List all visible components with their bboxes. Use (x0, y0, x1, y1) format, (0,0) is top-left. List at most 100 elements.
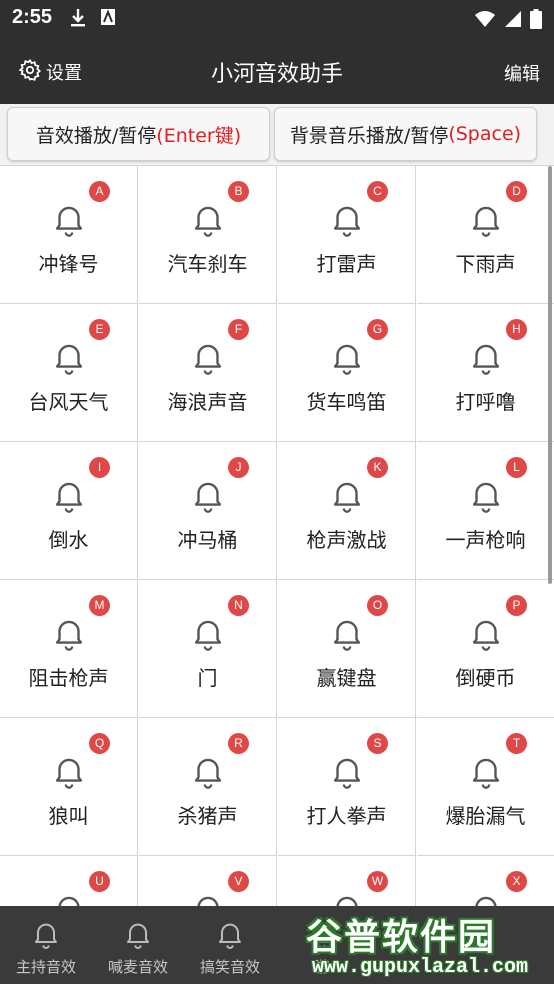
bell-icon (189, 338, 227, 380)
sound-label: 打呼噜 (455, 390, 516, 414)
shortcut-badge: H (506, 319, 527, 340)
bell-icon (50, 338, 88, 380)
bell-icon (189, 200, 227, 242)
bell-icon (467, 476, 505, 518)
nav-tab[interactable]: 喊麦音效 (92, 906, 184, 984)
sound-tile[interactable]: S 打人拳声 (278, 718, 416, 856)
bell-icon (467, 614, 505, 656)
sound-label: 阻击枪声 (28, 666, 109, 690)
sound-tile[interactable]: G 货车鸣笛 (278, 304, 416, 442)
nav-tab-label: 主持音效 (15, 958, 76, 976)
sound-tile[interactable]: D 下雨声 (417, 166, 554, 304)
nav-tab-label: 游 (314, 958, 330, 976)
sound-label: 赢键盘 (316, 666, 377, 690)
shortcut-badge: S (367, 733, 388, 754)
bell-icon (467, 338, 505, 380)
shortcut-badge: K (367, 457, 388, 478)
music-play-pause-button[interactable]: 背景音乐播放/暂停 (Space) (274, 107, 537, 161)
bottom-nav: 主持音效 喊麦音效 搞笑音效 游 (0, 906, 554, 984)
bell-icon (50, 890, 88, 906)
sound-tile[interactable]: E 台风天气 (0, 304, 138, 442)
shortcut-badge: Q (89, 733, 110, 754)
sound-play-pause-button[interactable]: 音效播放/暂停 (Enter键) (7, 107, 270, 161)
sound-tile[interactable]: N门 (139, 580, 277, 718)
shortcut-badge: F (228, 319, 249, 340)
bell-icon (189, 752, 227, 794)
bell-icon (328, 752, 366, 794)
shortcut-badge: T (506, 733, 527, 754)
sound-tile[interactable]: T 爆胎漏气 (417, 718, 554, 856)
sound-tile[interactable]: A 冲锋号 (0, 166, 138, 304)
battery-icon (530, 9, 542, 33)
sound-label: 台风天气 (28, 390, 109, 414)
shortcut-badge: U (89, 871, 110, 892)
nav-tab-label: 喊麦音效 (107, 958, 168, 976)
bell-icon (50, 476, 88, 518)
sound-label: 门 (197, 666, 218, 690)
edit-button[interactable]: 编辑 (504, 60, 540, 86)
sound-label: 爆胎漏气 (445, 804, 526, 828)
sound-label: 打雷声 (316, 252, 377, 276)
grid-scrollbar[interactable] (548, 166, 552, 584)
status-time: 2:55 (12, 6, 53, 28)
sound-label: 冲锋号 (38, 252, 99, 276)
sound-tile[interactable]: H 打呼噜 (417, 304, 554, 442)
music-shortcut-key: (Space) (448, 123, 522, 145)
shortcut-badge: N (228, 595, 249, 616)
sound-shortcut-key: (Enter键) (156, 124, 242, 147)
status-system-icons (474, 9, 542, 33)
sound-tile[interactable]: B 汽车刹车 (139, 166, 277, 304)
bell-icon (467, 890, 505, 906)
shortcut-badge: G (367, 319, 388, 340)
bell-icon (122, 918, 154, 954)
sound-tile[interactable]: R 杀猪声 (139, 718, 277, 856)
shortcut-badge: X (506, 871, 527, 892)
sound-tile[interactable]: K 枪声激战 (278, 442, 416, 580)
shortcut-badge: D (506, 181, 527, 202)
bell-icon (467, 752, 505, 794)
nav-tab[interactable]: 搞笑音效 (184, 906, 276, 984)
bell-icon (328, 200, 366, 242)
sound-tile[interactable]: P 倒硬币 (417, 580, 554, 718)
nav-tab[interactable]: 游 (276, 906, 368, 984)
app-title: 小河音效助手 (210, 62, 343, 87)
shortcut-badge: A (89, 181, 110, 202)
shortcut-badge: C (367, 181, 388, 202)
sound-tile[interactable]: W (278, 856, 416, 906)
bell-icon (50, 200, 88, 242)
nav-tab-label: 搞笑音效 (199, 958, 260, 976)
sound-tile[interactable]: J 冲马桶 (139, 442, 277, 580)
sound-tile[interactable]: Q 狼叫 (0, 718, 138, 856)
control-bar: 音效播放/暂停 (Enter键) 背景音乐播放/暂停 (Space) (0, 104, 554, 166)
sound-tile[interactable]: C 打雷声 (278, 166, 416, 304)
bell-icon (328, 890, 366, 906)
sound-tile[interactable]: X (417, 856, 554, 906)
bell-icon (306, 918, 338, 954)
status-bar: 2:55 (0, 0, 554, 38)
nav-tab[interactable]: 主持音效 (0, 906, 92, 984)
shortcut-badge: E (89, 319, 110, 340)
sound-label: 倒硬币 (455, 666, 516, 690)
sound-label: 狼叫 (48, 804, 89, 828)
shortcut-badge: M (89, 595, 110, 616)
shortcut-badge: W (367, 871, 388, 892)
sound-tile[interactable]: I 倒水 (0, 442, 138, 580)
sound-tile[interactable]: U (0, 856, 138, 906)
bell-icon (30, 918, 62, 954)
sound-tile[interactable]: F 海浪声音 (139, 304, 277, 442)
sound-play-pause-label: 音效播放/暂停 (35, 124, 157, 147)
music-play-pause-label: 背景音乐播放/暂停 (289, 124, 449, 147)
sound-tile[interactable]: M 阻击枪声 (0, 580, 138, 718)
sound-label: 下雨声 (455, 252, 516, 276)
bell-icon (50, 614, 88, 656)
shortcut-badge: L (506, 457, 527, 478)
bell-icon (467, 200, 505, 242)
bell-icon (50, 752, 88, 794)
sound-tile[interactable]: O 赢键盘 (278, 580, 416, 718)
sound-grid: A 冲锋号 B 汽车刹车 C 打雷声 D 下雨声 E 台风天气 F 海浪声音 G 货车鸣笛 H 打呼噜 I 倒水 J… (0, 166, 554, 906)
sound-tile[interactable]: L 一声枪响 (417, 442, 554, 580)
shortcut-badge: P (506, 595, 527, 616)
wifi-icon (474, 10, 496, 32)
sound-tile[interactable]: V (139, 856, 277, 906)
sound-label: 冲马桶 (177, 528, 238, 552)
